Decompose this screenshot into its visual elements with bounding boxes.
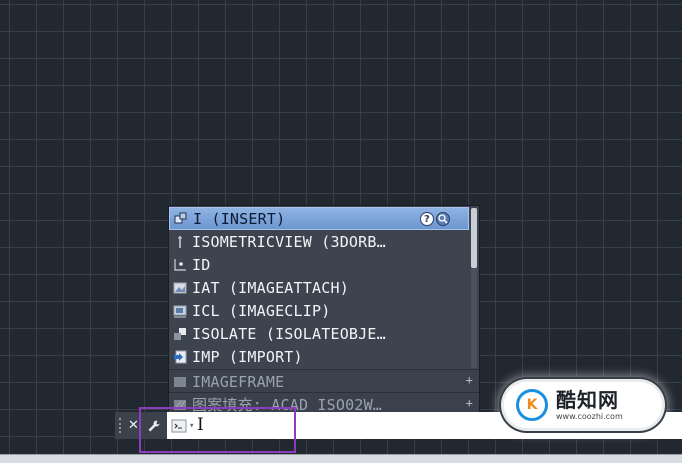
close-icon[interactable]: ✕ xyxy=(128,418,139,433)
suggestion-label: I (INSERT) xyxy=(193,209,286,228)
drawing-canvas[interactable]: I (INSERT) ? ISOMETRICVIEW (3DORB… ID IA… xyxy=(0,0,682,463)
suggestion-label: ID xyxy=(192,255,211,274)
site-watermark: K 酷知网 www.coozhi.com xyxy=(504,382,662,428)
suggestion-label: IAT (IMAGEATTACH) xyxy=(192,278,349,297)
wrench-icon[interactable] xyxy=(147,419,161,433)
suggestion-item[interactable]: ICL (IMAGECLIP) xyxy=(169,299,469,322)
id-point-icon xyxy=(173,258,187,272)
grip-handle[interactable] xyxy=(119,418,123,433)
expand-icon[interactable]: + xyxy=(466,373,473,387)
suggestion-item[interactable]: ID xyxy=(169,253,469,276)
suggestion-item[interactable]: IMP (IMPORT) xyxy=(169,345,469,368)
status-bar xyxy=(0,454,682,463)
help-icon[interactable]: ? xyxy=(420,212,434,226)
image-clip-icon xyxy=(173,304,187,318)
command-suggestion-list[interactable]: I (INSERT) ? ISOMETRICVIEW (3DORB… ID IA… xyxy=(168,205,480,416)
suggestion-scrollbar-thumb[interactable] xyxy=(471,208,477,268)
watermark-url: www.coozhi.com xyxy=(556,411,623,421)
suggestion-label: ISOMETRICVIEW (3DORB… xyxy=(192,232,386,251)
expand-icon[interactable]: + xyxy=(466,396,473,410)
watermark-logo: K xyxy=(516,389,548,421)
system-variable-icon xyxy=(173,375,187,389)
suggestion-item[interactable]: IAT (IMAGEATTACH) xyxy=(169,276,469,299)
watermark-title: 酷知网 xyxy=(556,387,619,412)
suggestion-label: IMAGEFRAME xyxy=(192,372,285,391)
suggestion-item[interactable]: ISOMETRICVIEW (3DORB… xyxy=(169,230,469,253)
suggestion-label: ICL (IMAGECLIP) xyxy=(192,301,331,320)
isolate-objects-icon xyxy=(173,327,187,341)
isometric-view-icon xyxy=(173,235,187,249)
command-prompt-selector[interactable]: ▾ xyxy=(167,412,194,439)
insert-block-icon xyxy=(174,212,188,226)
globe-search-icon[interactable] xyxy=(436,212,450,226)
suggestion-item[interactable]: ISOLATE (ISOLATEOBJE… xyxy=(169,322,469,345)
suggestion-label: ISOLATE (ISOLATEOBJE… xyxy=(192,324,386,343)
system-variable-item[interactable]: IMAGEFRAME + xyxy=(169,369,479,393)
command-prompt-icon[interactable] xyxy=(171,419,187,433)
suggestion-item[interactable]: I (INSERT) ? xyxy=(169,207,469,230)
command-line-toolbar: ✕ xyxy=(115,412,167,439)
image-attach-icon xyxy=(173,281,187,295)
chevron-down-icon[interactable]: ▾ xyxy=(189,421,194,431)
import-icon xyxy=(173,350,187,364)
suggestion-label: IMP (IMPORT) xyxy=(192,347,303,366)
hatch-pattern-icon xyxy=(173,398,187,412)
